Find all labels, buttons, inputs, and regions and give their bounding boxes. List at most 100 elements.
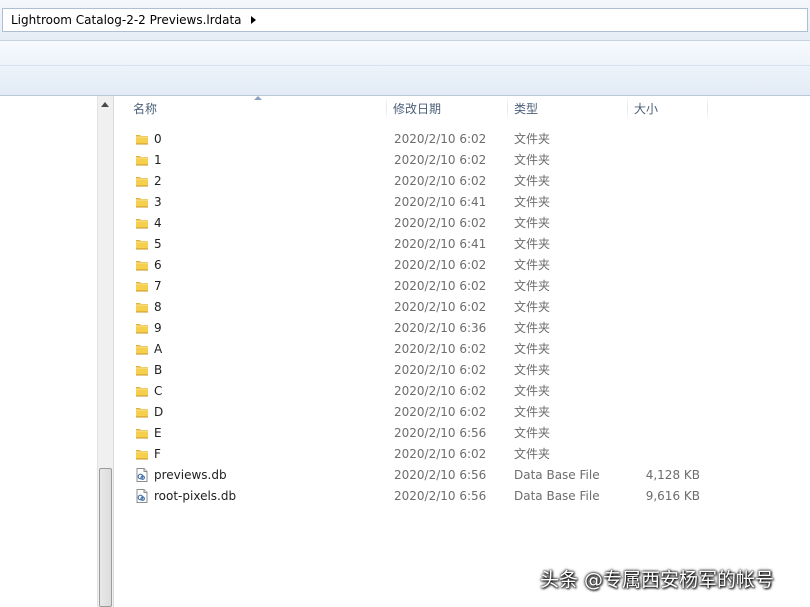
file-size	[632, 192, 700, 213]
file-list: 0 2020/2/10 6:02 文件夹 1 2020/2/10 6:02 文件夹 2 202…	[115, 129, 810, 507]
file-size	[632, 276, 700, 297]
table-row[interactable]: C 2020/2/10 6:02 文件夹	[115, 381, 810, 402]
file-type: 文件夹	[514, 342, 551, 356]
file-size	[632, 171, 700, 192]
column-divider[interactable]	[386, 96, 387, 120]
file-name: A	[154, 342, 163, 356]
file-name: 7	[154, 279, 162, 293]
scroll-up-arrow-icon[interactable]	[101, 102, 109, 107]
file-name: root-pixels.db	[154, 489, 237, 503]
file-name: 4	[154, 216, 162, 230]
column-size-label: 大小	[634, 102, 659, 116]
breadcrumb-current-folder[interactable]: Lightroom Catalog-2-2 Previews.lrdata	[11, 13, 242, 27]
file-size	[632, 381, 700, 402]
column-divider[interactable]	[507, 96, 508, 120]
file-type: 文件夹	[514, 405, 551, 419]
file-date: 2020/2/10 6:02	[394, 132, 487, 146]
file-date: 2020/2/10 6:02	[394, 300, 487, 314]
file-size	[632, 318, 700, 339]
file-date: 2020/2/10 6:56	[394, 468, 487, 482]
column-type-label: 类型	[514, 102, 539, 116]
column-divider[interactable]	[707, 96, 708, 120]
file-type: 文件夹	[514, 384, 551, 398]
file-type: 文件夹	[514, 447, 551, 461]
scrollbar-thumb[interactable]	[99, 468, 112, 607]
file-type: 文件夹	[514, 258, 551, 272]
table-row[interactable]: 2 2020/2/10 6:02 文件夹	[115, 171, 810, 192]
table-row[interactable]: 1 2020/2/10 6:02 文件夹	[115, 150, 810, 171]
file-date: 2020/2/10 6:02	[394, 342, 487, 356]
file-type: 文件夹	[514, 363, 551, 377]
database-file-icon	[135, 489, 149, 503]
file-size	[632, 150, 700, 171]
table-row[interactable]: F 2020/2/10 6:02 文件夹	[115, 444, 810, 465]
folder-icon	[135, 363, 149, 377]
table-row[interactable]: 9 2020/2/10 6:36 文件夹	[115, 318, 810, 339]
file-size	[632, 213, 700, 234]
file-name: C	[154, 384, 163, 398]
file-type: 文件夹	[514, 195, 551, 209]
column-name-label: 名称	[133, 102, 158, 116]
column-size[interactable]: 大小	[631, 96, 707, 120]
file-name: 1	[154, 153, 162, 167]
file-date: 2020/2/10 6:02	[394, 258, 487, 272]
table-row[interactable]: E 2020/2/10 6:56 文件夹	[115, 423, 810, 444]
table-row[interactable]: 3 2020/2/10 6:41 文件夹	[115, 192, 810, 213]
table-row[interactable]: 7 2020/2/10 6:02 文件夹	[115, 276, 810, 297]
folder-icon	[135, 321, 149, 335]
column-header: 名称 修改日期 类型 大小	[115, 96, 810, 121]
file-size	[632, 402, 700, 423]
file-date: 2020/2/10 6:41	[394, 195, 487, 209]
file-date: 2020/2/10 6:02	[394, 363, 487, 377]
folder-icon	[135, 279, 149, 293]
table-row[interactable]: root-pixels.db 2020/2/10 6:56 Data Base Fi…	[115, 486, 810, 507]
file-name: B	[154, 363, 163, 377]
command-toolbar	[0, 41, 810, 96]
file-date: 2020/2/10 6:02	[394, 405, 487, 419]
table-row[interactable]: 5 2020/2/10 6:41 文件夹	[115, 234, 810, 255]
table-row[interactable]: A 2020/2/10 6:02 文件夹	[115, 339, 810, 360]
file-name: 0	[154, 132, 162, 146]
database-file-icon	[135, 468, 149, 482]
nav-pane-scrollbar[interactable]	[97, 96, 114, 607]
table-row[interactable]: B 2020/2/10 6:02 文件夹	[115, 360, 810, 381]
file-size	[632, 360, 700, 381]
file-type: 文件夹	[514, 426, 551, 440]
file-type: 文件夹	[514, 279, 551, 293]
file-date: 2020/2/10 6:02	[394, 153, 487, 167]
file-size	[632, 297, 700, 318]
table-row[interactable]: 8 2020/2/10 6:02 文件夹	[115, 297, 810, 318]
file-size	[632, 423, 700, 444]
table-row[interactable]: previews.db 2020/2/10 6:56 Data Base File 4…	[115, 465, 810, 486]
table-row[interactable]: 0 2020/2/10 6:02 文件夹	[115, 129, 810, 150]
file-date: 2020/2/10 6:41	[394, 237, 487, 251]
file-size	[632, 234, 700, 255]
file-size	[632, 339, 700, 360]
file-type: Data Base File	[514, 489, 600, 503]
file-type: 文件夹	[514, 153, 551, 167]
file-date: 2020/2/10 6:02	[394, 279, 487, 293]
file-type: 文件夹	[514, 216, 551, 230]
column-date[interactable]: 修改日期	[390, 96, 507, 120]
address-bar: Lightroom Catalog-2-2 Previews.lrdata	[0, 0, 810, 41]
table-row[interactable]: D 2020/2/10 6:02 文件夹	[115, 402, 810, 423]
column-type[interactable]: 类型	[511, 96, 627, 120]
file-date: 2020/2/10 6:02	[394, 384, 487, 398]
file-type: Data Base File	[514, 468, 600, 482]
folder-icon	[135, 384, 149, 398]
file-date: 2020/2/10 6:02	[394, 216, 487, 230]
breadcrumb-chevron-right-icon[interactable]	[250, 16, 256, 24]
file-date: 2020/2/10 6:02	[394, 174, 487, 188]
column-divider[interactable]	[627, 96, 628, 120]
file-name: previews.db	[154, 468, 227, 482]
table-row[interactable]: 4 2020/2/10 6:02 文件夹	[115, 213, 810, 234]
table-row[interactable]: 6 2020/2/10 6:02 文件夹	[115, 255, 810, 276]
file-name: E	[154, 426, 162, 440]
file-size	[632, 255, 700, 276]
column-name[interactable]: 名称	[130, 96, 386, 120]
breadcrumb[interactable]: Lightroom Catalog-2-2 Previews.lrdata	[2, 8, 808, 32]
folder-icon	[135, 132, 149, 146]
file-name: D	[154, 405, 164, 419]
folder-icon	[135, 237, 149, 251]
file-type: 文件夹	[514, 174, 551, 188]
